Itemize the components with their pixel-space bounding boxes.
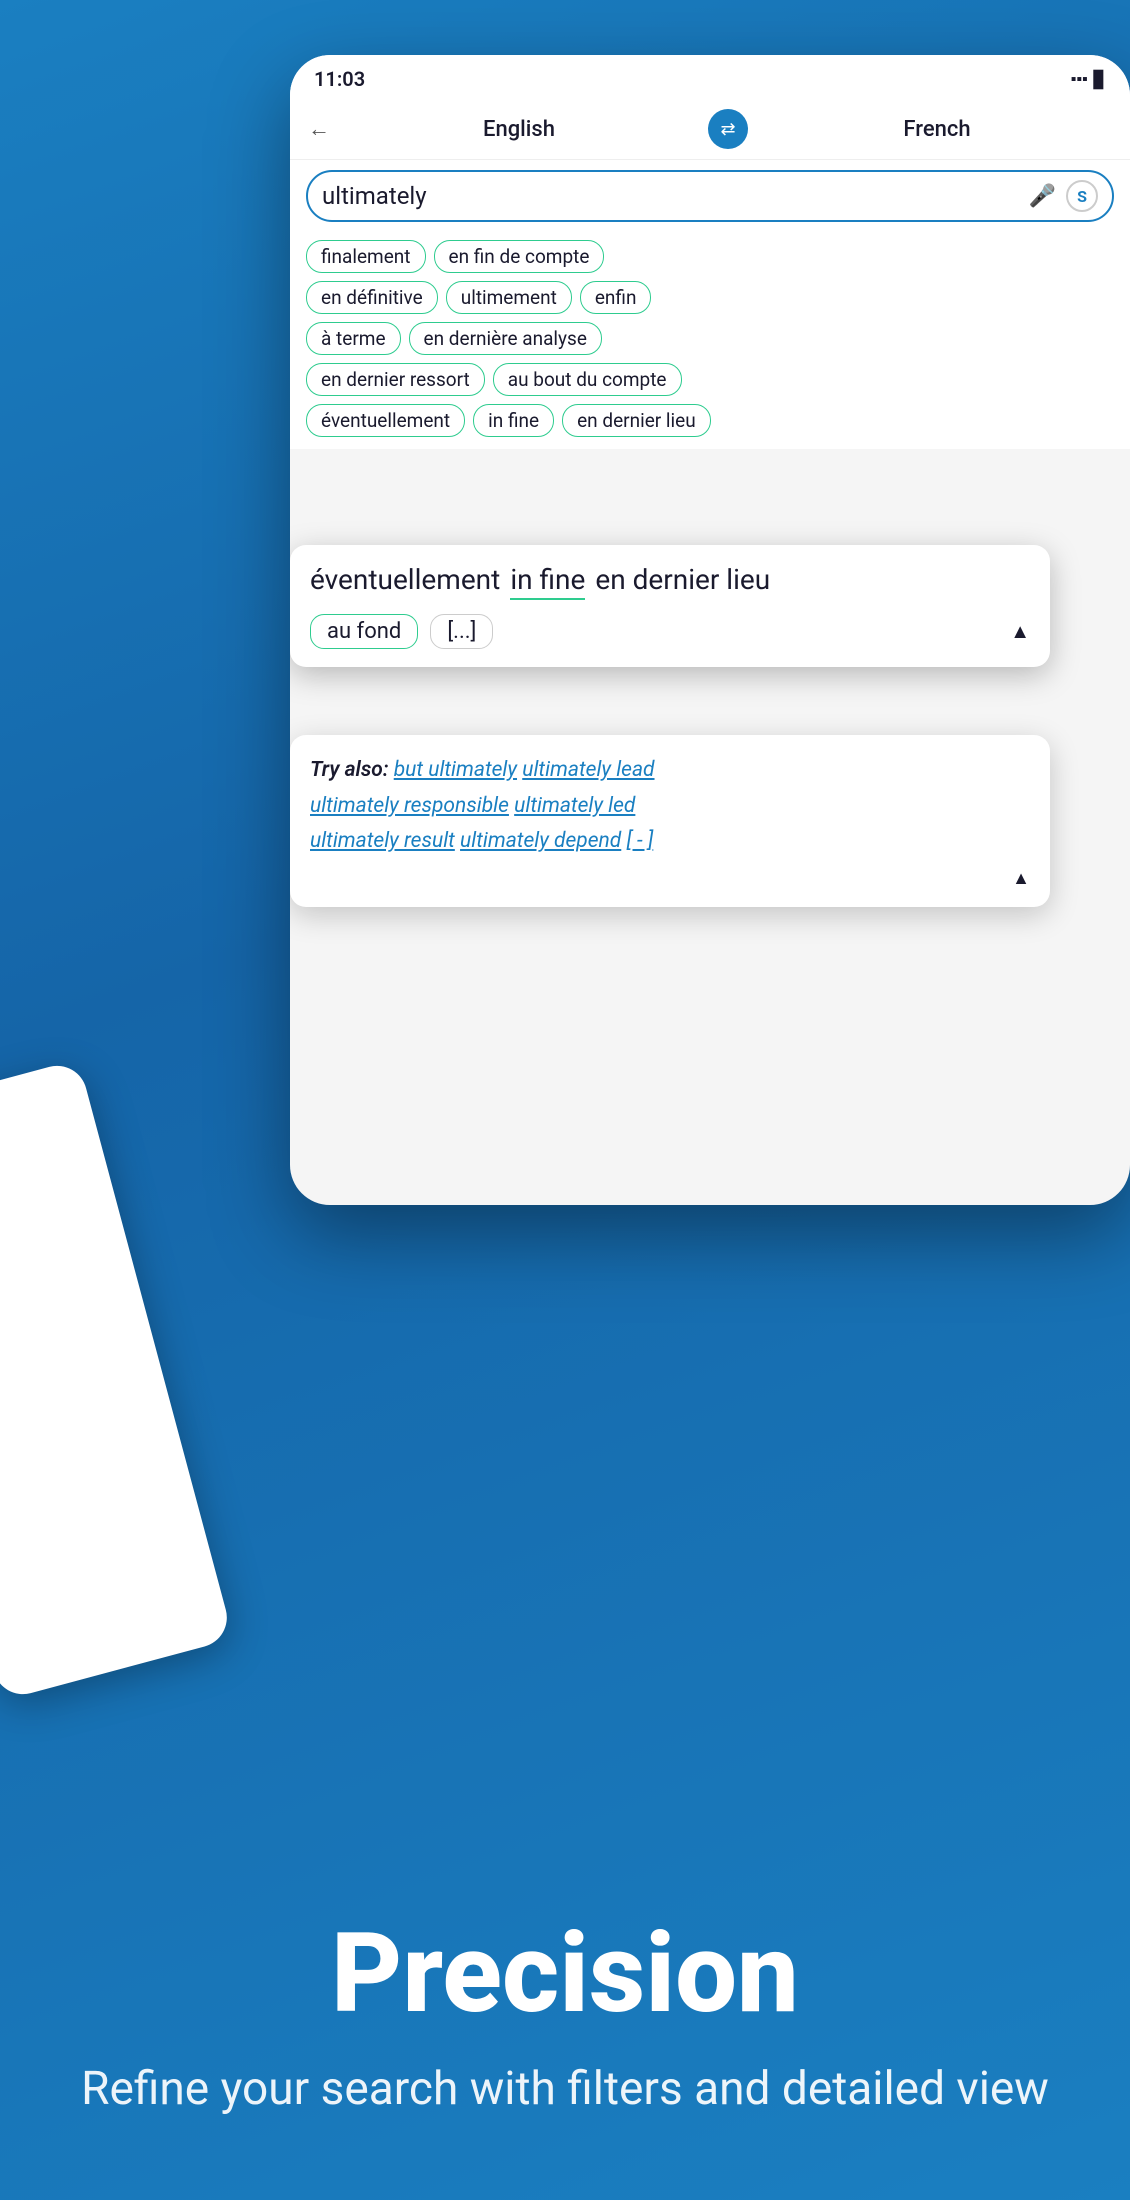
try-also-card: Try also: but ultimately ultimately lead… (290, 735, 1050, 907)
bottom-section: Precision Refine your search with filter… (0, 1849, 1130, 2200)
status-icons: ▪▪▪ ▊ (1071, 69, 1106, 89)
chip-en-dernier-lieu[interactable]: en dernier lieu (562, 404, 711, 437)
chip-a-terme[interactable]: à terme (306, 322, 401, 355)
big-chip-eventuellement[interactable]: éventuellement (310, 563, 500, 600)
back-button[interactable]: ← (308, 116, 330, 142)
target-language-label: French (762, 117, 1112, 142)
chips-area: finalement en fin de compte en définitiv… (290, 232, 1130, 449)
mic-icon[interactable]: 🎤 (1029, 184, 1056, 209)
try-also-content: Try also: but ultimately ultimately lead… (310, 753, 1030, 860)
chip-eventuellement[interactable]: éventuellement (306, 404, 465, 437)
big-chip-in-fine[interactable]: in fine (510, 563, 585, 600)
chip-en-derniere-analyse[interactable]: en dernière analyse (409, 322, 602, 355)
chip-row-2: en définitive ultimement enfin (306, 281, 1114, 314)
try-link-ultimately-depend[interactable]: ultimately depend (460, 829, 621, 853)
chip-enfin[interactable]: enfin (580, 281, 652, 314)
search-bar: ultimately 🎤 S (290, 160, 1130, 232)
s-badge-label: S (1077, 187, 1087, 206)
chip-in-fine[interactable]: in fine (473, 404, 554, 437)
phone-left-mockup: ☆ 🔊 nnte (0, 1059, 234, 1701)
collapse-arrow-2[interactable]: ▲ (1012, 868, 1030, 889)
speaker-icon: 🔊 (0, 1131, 92, 1218)
big-chip-en-dernier-lieu[interactable]: en dernier lieu (595, 563, 770, 600)
overlay-row2: au fond [...] ▲ (310, 614, 1030, 649)
try-link-ultimately-lead[interactable]: ultimately lead (522, 758, 654, 782)
swap-icon: ⇄ (720, 119, 735, 140)
chip-en-definitive[interactable]: en définitive (306, 281, 438, 314)
overlay-big-chips-row: éventuellement in fine en dernier lieu (310, 563, 1030, 600)
chip-au-bout-du-compte[interactable]: au bout du compte (493, 363, 682, 396)
try-link-ultimately-responsible[interactable]: ultimately responsible (310, 794, 509, 818)
precision-subtitle: Refine your search with filters and deta… (80, 2058, 1050, 2120)
source-language-label: English (344, 117, 694, 142)
s-badge[interactable]: S (1066, 180, 1098, 212)
chip-row-5: éventuellement in fine en dernier lieu (306, 404, 1114, 437)
chip-en-dernier-ressort[interactable]: en dernier ressort (306, 363, 485, 396)
search-query-text: ultimately (322, 182, 1019, 210)
chip-row-1: finalement en fin de compte (306, 240, 1114, 273)
search-input-wrapper[interactable]: ultimately 🎤 S (306, 170, 1114, 222)
chip-ellipsis[interactable]: [...] (430, 614, 493, 649)
overlay-expanded-card: éventuellement in fine en dernier lieu a… (290, 545, 1050, 667)
status-bar: 11:03 ▪▪▪ ▊ (290, 55, 1130, 99)
try-link-ultimately-led[interactable]: ultimately led (514, 794, 635, 818)
chip-row-3: à terme en dernière analyse (306, 322, 1114, 355)
try-link-ultimately-result[interactable]: ultimately result (310, 829, 455, 853)
chip-finalement[interactable]: finalement (306, 240, 426, 273)
chip-au-fond[interactable]: au fond (310, 614, 418, 649)
try-link-dash[interactable]: [ - ] (626, 829, 653, 853)
phone-mockup: 11:03 ▪▪▪ ▊ ← English ⇄ French ultimatel… (290, 55, 1130, 1205)
phone-left-inner: ☆ 🔊 nnte (0, 1059, 125, 1295)
swap-languages-button[interactable]: ⇄ (708, 109, 748, 149)
collapse-arrow-1[interactable]: ▲ (1010, 619, 1030, 644)
chip-ultimement[interactable]: ultimement (446, 281, 572, 314)
phone-left-text: nnte (0, 1202, 106, 1272)
precision-title: Precision (80, 1909, 1050, 2038)
header-bar: ← English ⇄ French (290, 99, 1130, 160)
time: 11:03 (314, 67, 365, 91)
chip-row-4: en dernier ressort au bout du compte (306, 363, 1114, 396)
battery-icon: ▊ (1094, 70, 1106, 89)
try-link-but-ultimately[interactable]: but ultimately (394, 758, 517, 782)
try-also-label: Try also: (310, 758, 389, 782)
chip-en-fin-de-compte[interactable]: en fin de compte (434, 240, 605, 273)
signal-icon: ▪▪▪ (1071, 69, 1088, 89)
